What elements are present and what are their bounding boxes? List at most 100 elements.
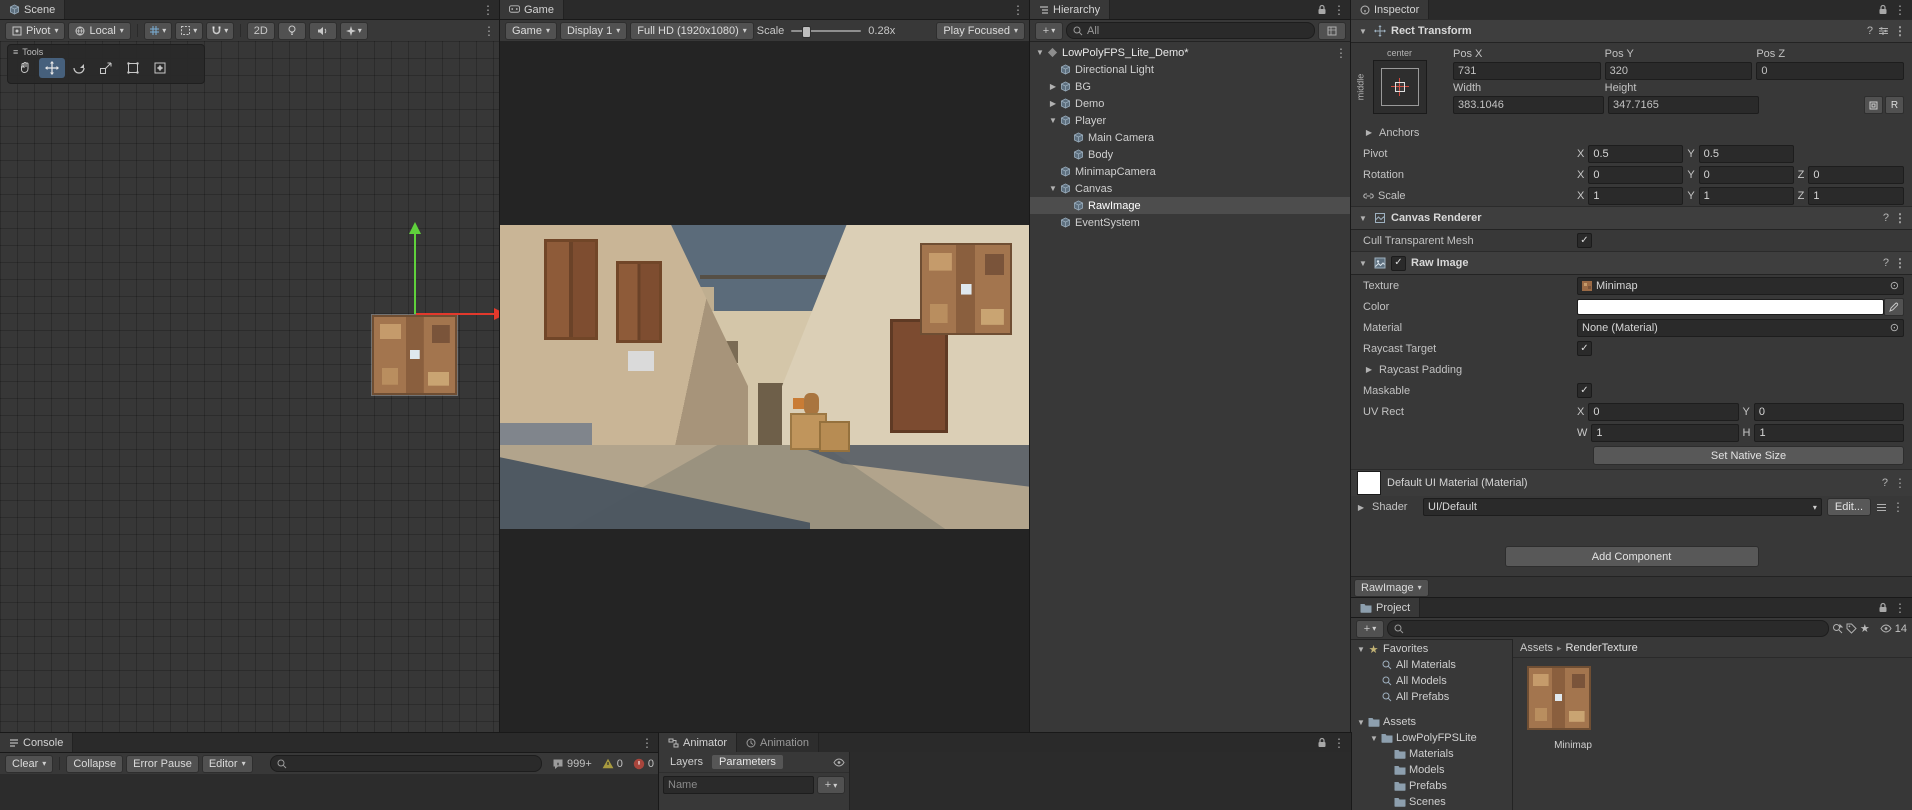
component-menu-icon[interactable]: ⋮ [1894,25,1906,37]
component-menu-icon[interactable]: ⋮ [1894,477,1906,489]
project-panel-menu-icon[interactable]: ⋮ [1894,602,1906,614]
gizmo-y-axis[interactable] [414,233,416,314]
grid-visibility-dropdown[interactable]: ▾ [143,21,172,40]
set-native-size-button[interactable]: Set Native Size [1593,446,1904,465]
material-list-icon[interactable] [1876,503,1887,512]
tab-project[interactable]: Project [1351,598,1421,617]
eyedropper-icon[interactable] [1884,297,1904,316]
foldout-arrow-icon[interactable]: ▼ [1357,214,1369,223]
hierarchy-panel-menu-icon[interactable]: ⋮ [1333,4,1345,16]
foldout-arrow-icon[interactable]: ▶ [1363,128,1375,137]
2d-toggle-button[interactable]: 2D [246,21,275,40]
tab-animator[interactable]: Animator [659,733,738,752]
rotate-tool-button[interactable] [66,58,92,78]
move-tool-button[interactable] [39,58,65,78]
create-object-button[interactable]: + ▾ [1035,21,1063,40]
project-tree-item[interactable]: ★ Models [1351,762,1512,778]
live-link-eye-icon[interactable] [833,757,845,767]
raycast-padding-row[interactable]: ▶ Raycast Padding [1351,359,1912,380]
hierarchy-item[interactable]: Directional Light ⋮ [1030,61,1351,78]
resolution-dropdown[interactable]: Full HD (1920x1080) ▾ [630,21,754,40]
scale-y-field[interactable]: 1 [1698,186,1794,205]
collapse-toggle[interactable]: Collapse [66,754,124,773]
lock-icon[interactable] [1317,737,1327,748]
animator-panel-menu-icon[interactable]: ⋮ [1333,737,1345,749]
foldout-arrow-icon[interactable]: ▼ [1357,259,1369,268]
project-tree-item[interactable]: ★ Assets [1351,714,1512,730]
scale-slider[interactable] [791,25,862,38]
rawimage-asset-dropdown[interactable]: RawImage ▾ [1354,578,1429,597]
raw-edit-mode-button[interactable]: R [1885,96,1904,114]
scene-toolbar-menu-icon[interactable]: ⋮ [483,25,495,37]
scale-tool-button[interactable] [93,58,119,78]
tab-game[interactable]: Game [500,0,564,19]
project-tree-item[interactable]: ★ Scenes [1351,794,1512,810]
scene-panel-menu-icon[interactable]: ⋮ [482,4,494,16]
tab-inspector[interactable]: Inspector [1351,0,1430,19]
hierarchy-item[interactable]: Main Camera ⋮ [1030,129,1351,146]
component-menu-icon[interactable]: ⋮ [1894,212,1906,224]
parameters-tab[interactable]: Parameters [712,755,783,769]
foldout-arrow-icon[interactable] [1047,184,1059,193]
warning-messages-toggle[interactable]: 0 [602,758,623,770]
error-pause-toggle[interactable]: Error Pause [126,754,199,773]
hierarchy-item[interactable]: MinimapCamera ⋮ [1030,163,1351,180]
component-enabled-checkbox[interactable]: ✓ [1391,255,1406,271]
handle-rotation-dropdown[interactable]: Local ▾ [68,21,131,40]
foldout-arrow-icon[interactable]: ▶ [1355,503,1367,512]
hierarchy-item[interactable]: BG ⋮ [1030,78,1351,95]
display-dropdown[interactable]: Display 1 ▾ [559,21,628,40]
tab-animation[interactable]: Animation [737,733,819,752]
help-icon[interactable]: ? [1882,477,1888,489]
animator-graph-area[interactable] [850,752,1351,810]
filter-type-icon[interactable] [1832,623,1843,634]
editor-dropdown[interactable]: Editor ▾ [201,754,253,773]
rotation-x-field[interactable]: 0 [1588,165,1684,184]
material-menu-icon[interactable]: ⋮ [1892,501,1904,513]
height-field[interactable]: 347.7165 [1608,96,1759,114]
layers-tab[interactable]: Layers [663,755,710,769]
add-component-button[interactable]: Add Component [1504,546,1759,567]
tools-overlay-header[interactable]: ≡ Tools [8,45,204,58]
rect-transform-header[interactable]: ▼ Rect Transform ? ⋮ [1351,19,1912,43]
foldout-arrow-icon[interactable] [1368,734,1380,743]
width-field[interactable]: 383.1046 [1453,96,1604,114]
maskable-checkbox[interactable]: ✓ [1577,383,1592,398]
lock-icon[interactable] [1878,4,1888,15]
rawimage-scene-object[interactable] [371,314,458,396]
project-tree-item[interactable]: ★ Prefabs [1351,778,1512,794]
hierarchy-item[interactable]: RawImage ⋮ [1030,197,1351,214]
hierarchy-search-input[interactable]: All [1066,22,1315,39]
project-tree-item[interactable]: ★ LowPolyFPSLite [1351,730,1512,746]
filter-label-icon[interactable] [1846,623,1857,634]
scene-viewport[interactable]: ≡ Tools [0,41,506,733]
error-messages-toggle[interactable]: 0 [633,758,654,770]
uv-h-field[interactable]: 1 [1754,423,1904,442]
foldout-arrow-icon[interactable]: ▼ [1357,27,1369,36]
foldout-arrow-icon[interactable]: ▶ [1363,365,1375,374]
scene-lighting-button[interactable] [277,21,306,40]
foldout-arrow-icon[interactable] [1047,82,1059,91]
pos-x-field[interactable]: 731 [1453,62,1601,80]
rotation-z-field[interactable]: 0 [1808,165,1904,184]
foldout-arrow-icon[interactable] [1047,99,1059,108]
hierarchy-options-button[interactable] [1318,21,1346,40]
project-tree-item[interactable]: ★ All Models [1351,673,1512,689]
clear-dropdown-button[interactable]: Clear ▾ [5,754,54,773]
uv-w-field[interactable]: 1 [1591,423,1739,442]
material-section-header[interactable]: Default UI Material (Material) ? ⋮ [1351,469,1912,496]
hierarchy-item[interactable]: Player ⋮ [1030,112,1351,129]
texture-object-field[interactable]: Minimap ⊙ [1577,276,1904,295]
grid-snapping-dropdown[interactable]: ▾ [205,21,234,40]
material-object-field[interactable]: None (Material) ⊙ [1577,318,1904,337]
presets-icon[interactable] [1878,26,1889,36]
info-messages-toggle[interactable]: 999+ [552,758,592,770]
gizmo-x-axis[interactable] [416,313,494,315]
create-asset-button[interactable]: + ▾ [1356,619,1384,638]
asset-grid[interactable]: Minimap [1513,658,1912,810]
project-tree-item[interactable]: ★ Favorites [1351,641,1512,657]
foldout-arrow-icon[interactable] [1355,718,1367,727]
pivot-mode-dropdown[interactable]: Pivot ▾ [5,21,66,40]
scene-menu-icon[interactable]: ⋮ [1335,46,1347,60]
object-picker-icon[interactable]: ⊙ [1890,321,1899,334]
